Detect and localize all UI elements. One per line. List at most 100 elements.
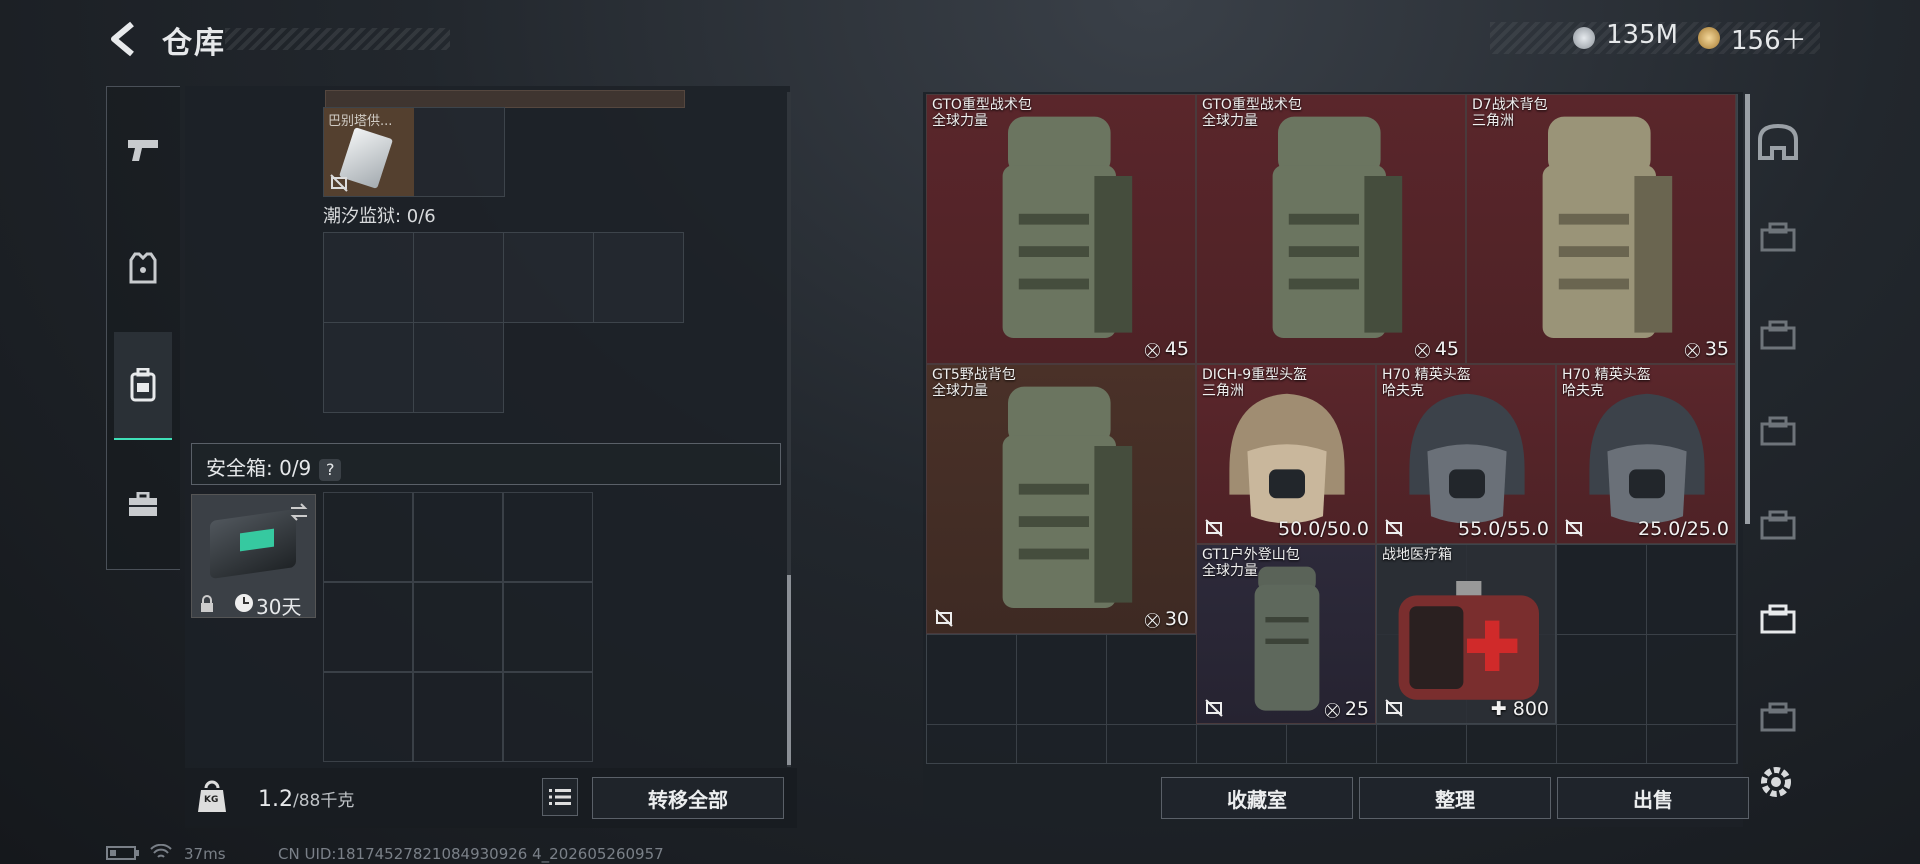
item-value-text: 25.0/25.0 — [1637, 518, 1729, 540]
silver-amount: 135M — [1606, 20, 1679, 50]
item-name: 战地医疗箱 — [1382, 547, 1452, 563]
backpack-image — [1002, 386, 1133, 608]
clock-icon — [235, 594, 253, 612]
item-name: GT5野战背包 全球力量 — [932, 367, 1016, 399]
gti-icon[interactable] — [1756, 504, 1804, 552]
upper-item-strip — [325, 90, 685, 108]
item-faction: 三角洲 — [1202, 383, 1244, 399]
item-title: GTO重型战术包 — [932, 97, 1032, 113]
item-faction: 哈夫克 — [1382, 383, 1424, 399]
gold-amount[interactable]: 156＋ — [1731, 20, 1807, 57]
safe-box-header: 安全箱: 0/9? — [191, 443, 781, 485]
storage-item[interactable]: GT5野战背包 全球力量 ⛒ 30 — [926, 364, 1196, 634]
no-insurance-icon — [1205, 699, 1223, 717]
left-scrollbar-thumb[interactable] — [787, 575, 791, 765]
rig-v2-icon[interactable] — [1756, 410, 1804, 458]
storage-item[interactable]: H70 精英头盔 哈夫克 25.0/25.0 — [1556, 364, 1736, 544]
item-value-text: 50.0/50.0 — [1277, 518, 1369, 540]
item-faction: 哈夫克 — [1562, 383, 1604, 399]
item-name: 巴别塔供... — [328, 114, 393, 129]
list-view-button[interactable] — [542, 778, 578, 816]
item-value: 25.0/25.0 — [1638, 518, 1729, 540]
item-faction: 全球力量 — [932, 113, 988, 129]
storage-item[interactable]: GTO重型战术包 全球力量 ⛒ 45 — [926, 94, 1196, 364]
item-value-text: 30 — [1164, 608, 1189, 630]
weight-value: 1.2 — [258, 787, 293, 812]
item-value-text: 25 — [1344, 698, 1369, 720]
uid-readout: CN UID:18174527821084930926 4_2026052609… — [278, 845, 664, 863]
item-value: ⛒ 30 — [1145, 608, 1189, 630]
sell-button[interactable]: 出售 — [1557, 777, 1749, 819]
item-title: GT1户外登山包 — [1202, 547, 1300, 563]
plus-icon: ✚ — [1490, 698, 1513, 720]
nav-armor[interactable] — [114, 228, 172, 308]
weight-icon: KG — [197, 780, 227, 814]
wifi-icon — [150, 844, 172, 858]
safe-box-item[interactable]: 30天 — [191, 494, 316, 619]
item-value: 55.0/55.0 — [1458, 518, 1549, 540]
item-faction: 全球力量 — [932, 383, 988, 399]
no-insurance-icon — [330, 174, 348, 192]
item-title: D7战术背包 — [1472, 97, 1548, 113]
helmet-slot-icon[interactable] — [1756, 122, 1804, 170]
capacity-icon: ⛒ — [1684, 341, 1705, 359]
backpack-tan-image — [1542, 116, 1673, 338]
battery-icon — [106, 846, 139, 860]
safe-box-grid — [323, 492, 593, 762]
nav-backpack[interactable] — [114, 332, 172, 440]
item-name: GTO重型战术包 全球力量 — [1202, 97, 1302, 129]
item-title: GT5野战背包 — [932, 367, 1016, 383]
sort-button[interactable]: 整理 — [1359, 777, 1551, 819]
storage-item[interactable]: D7战术背包 三角洲 ⛒ 35 — [1466, 94, 1736, 364]
armor-iv-icon[interactable] — [1756, 216, 1804, 264]
item-value: ⛒ 45 — [1415, 338, 1459, 360]
gti-active-icon[interactable] — [1756, 598, 1804, 646]
item-faction: 全球力量 — [1202, 563, 1258, 579]
safe-item-duration: 30天 — [256, 595, 302, 619]
item-title: DICH-9重型头盔 — [1202, 367, 1308, 383]
storage-item[interactable]: GT1户外登山包 全球力量 ⛒ 25 — [1196, 544, 1376, 724]
transfer-all-button[interactable]: 转移全部 — [592, 777, 784, 819]
item-value-text: 800 — [1512, 698, 1549, 720]
item-value: ✚ 800 — [1491, 698, 1549, 720]
storage-item[interactable]: DICH-9重型头盔 三角洲 50.0/50.0 — [1196, 364, 1376, 544]
storage-item[interactable]: GTO重型战术包 全球力量 ⛒ 45 — [1196, 94, 1466, 364]
weight-readout: 1.2/88千克 — [258, 786, 354, 812]
rig-v-icon[interactable] — [1756, 314, 1804, 362]
page-title: 仓库 — [162, 26, 226, 61]
silver-coin-icon — [1573, 27, 1595, 49]
gold-triangle-coin-icon — [1698, 27, 1720, 49]
no-insurance-icon — [1385, 519, 1403, 537]
title-stripe — [225, 28, 450, 50]
nav-weapons[interactable] — [114, 110, 172, 190]
zone-grid — [323, 232, 685, 414]
capacity-icon: ⛒ — [1414, 341, 1435, 359]
safe-box-label: 安全箱: 0/9 — [206, 456, 312, 480]
settings-gear-icon[interactable] — [1756, 762, 1804, 810]
item-title: H70 精英头盔 — [1382, 367, 1471, 383]
back-arrow-icon[interactable] — [106, 20, 142, 58]
no-insurance-icon — [935, 609, 953, 627]
item-value-text: 55.0/55.0 — [1457, 518, 1549, 540]
backpack-image — [1272, 116, 1403, 338]
item-value-text: 45 — [1434, 338, 1459, 360]
no-insurance-icon — [1565, 519, 1583, 537]
toolbox-icon — [129, 492, 157, 516]
item-name: D7战术背包 三角洲 — [1472, 97, 1548, 129]
collection-room-button[interactable]: 收藏室 — [1161, 777, 1353, 819]
help-icon[interactable]: ? — [319, 459, 342, 481]
capacity-icon: ⛒ — [1144, 341, 1165, 359]
no-insurance-icon — [1385, 699, 1403, 717]
item-faction: 全球力量 — [1202, 113, 1258, 129]
item-name: H70 精英头盔 哈夫克 — [1562, 367, 1651, 399]
swap-icon[interactable] — [288, 501, 310, 523]
item-babel-supply[interactable]: 巴别塔供... — [324, 108, 414, 196]
nav-toolbox[interactable] — [114, 465, 172, 545]
ping-readout: 37ms — [184, 845, 226, 863]
item-value-text: 45 — [1164, 338, 1189, 360]
armor-iv-2-icon[interactable] — [1756, 696, 1804, 744]
lock-icon — [201, 595, 213, 612]
storage-item[interactable]: 战地医疗箱 ✚ 800 — [1376, 544, 1556, 724]
capacity-icon: ⛒ — [1144, 611, 1165, 629]
storage-item[interactable]: H70 精英头盔 哈夫克 55.0/55.0 — [1376, 364, 1556, 544]
